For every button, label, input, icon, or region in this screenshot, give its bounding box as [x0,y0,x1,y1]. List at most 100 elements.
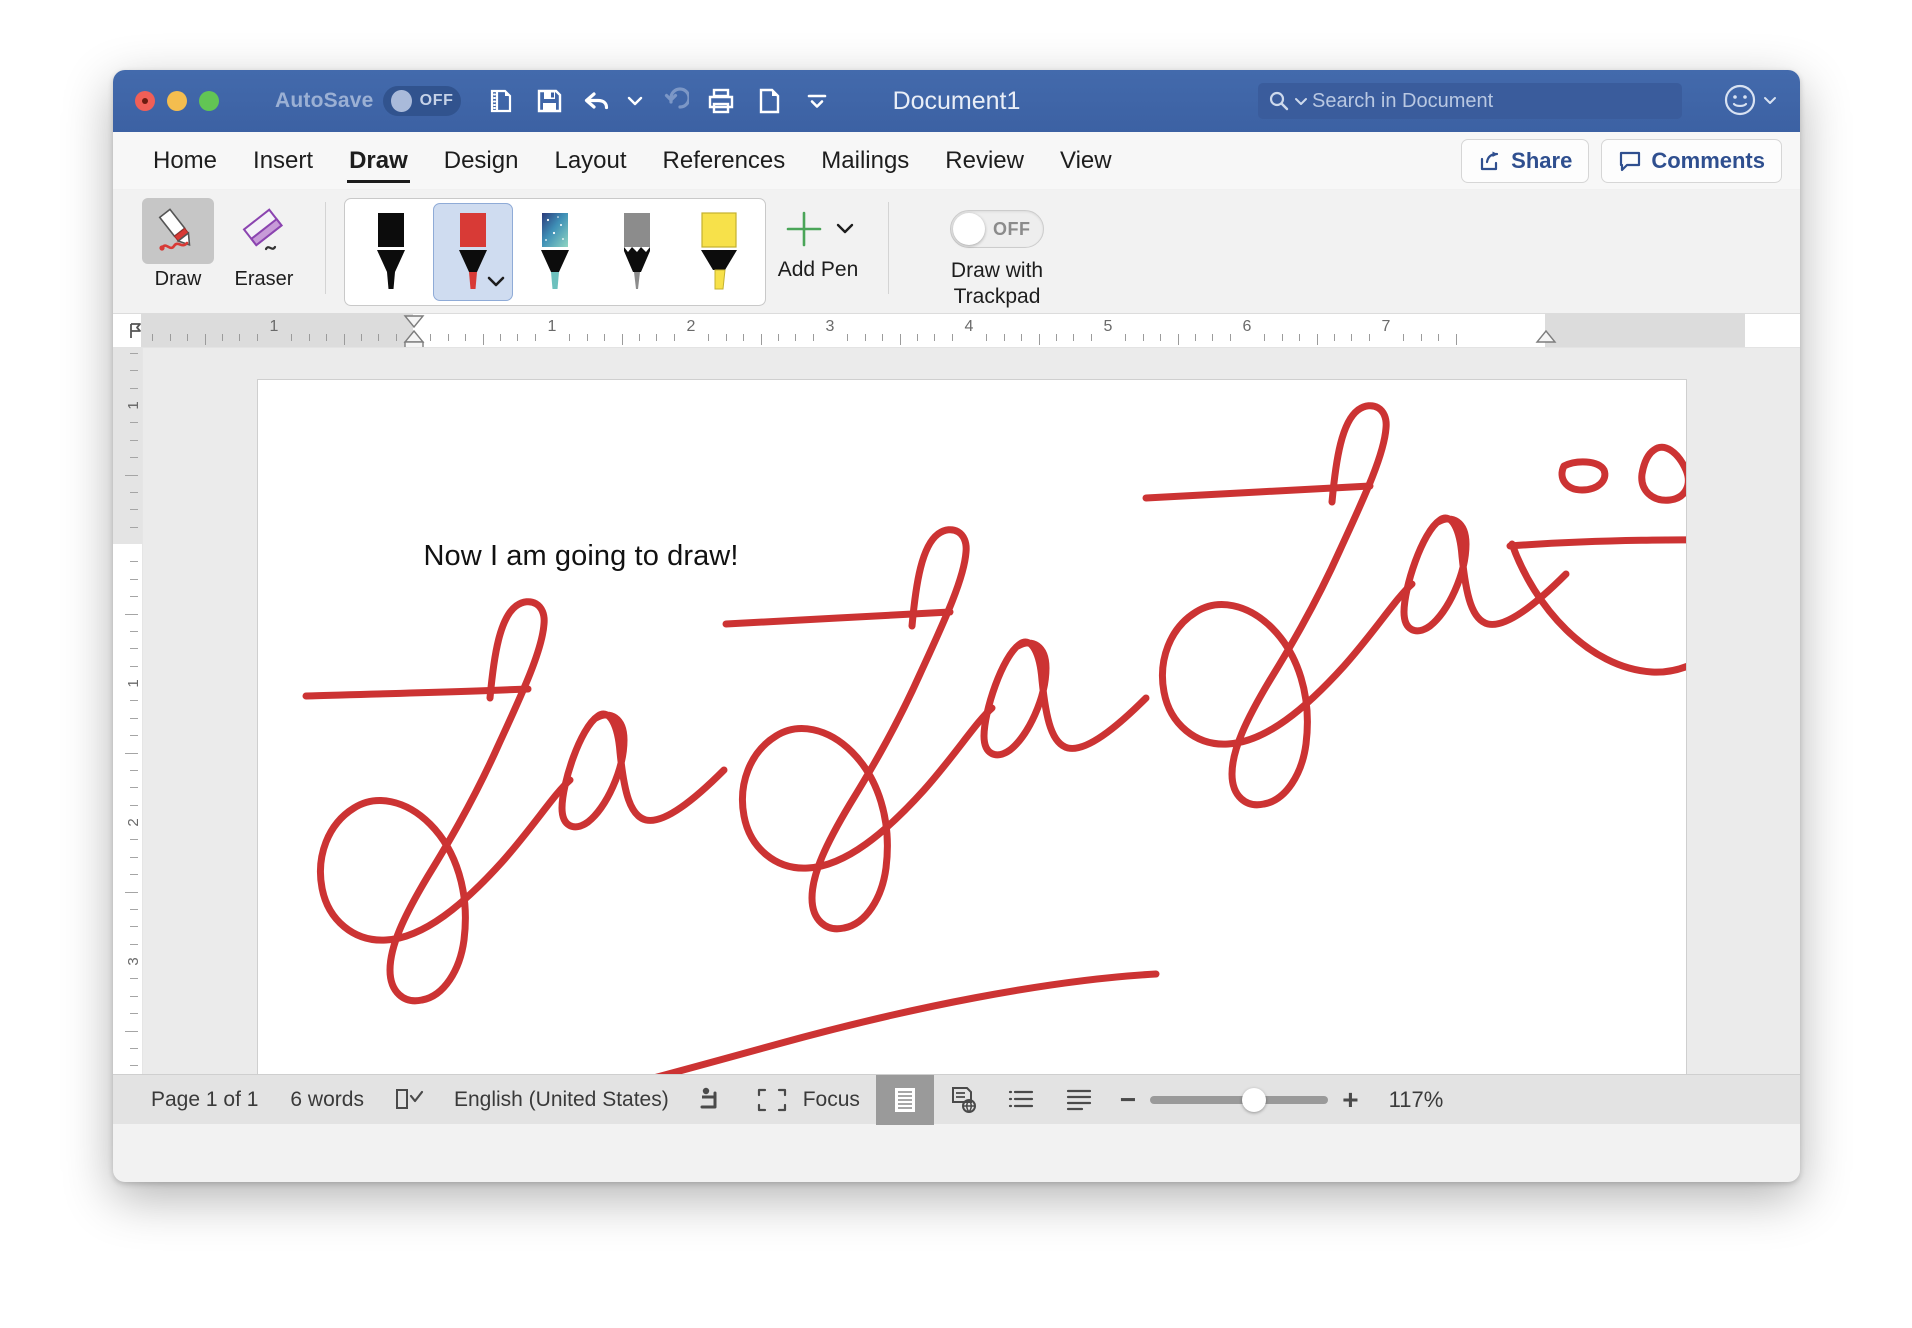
right-indent-marker[interactable] [1535,329,1557,347]
word-count-status[interactable]: 6 words [274,1075,380,1125]
vruler-tick [130,874,138,876]
tab-mailings[interactable]: Mailings [803,137,927,185]
autosave-state-label: OFF [419,92,454,109]
new-document-icon[interactable] [747,79,791,123]
vruler-top-margin [113,348,142,544]
eraser-tool-button[interactable]: Eraser [221,198,307,291]
minimize-window-button[interactable] [167,91,187,111]
vruler-tick [130,700,138,702]
zoom-out-button[interactable]: − [1120,1085,1136,1114]
zoom-percentage-label[interactable]: 117% [1389,1087,1444,1113]
zoom-in-button[interactable]: + [1342,1085,1358,1114]
tab-layout-label: Layout [554,146,627,174]
ruler-number: 6 [1242,318,1252,335]
ruler-tick [1142,334,1144,341]
ink-stroke-a-1 [558,710,727,831]
undo-dropdown-chevron-icon[interactable] [623,79,647,123]
redo-icon[interactable] [651,79,695,123]
pen-item-black-pen[interactable] [351,203,431,301]
outline-view-button[interactable] [992,1075,1050,1125]
vruler-tick [130,370,138,372]
pen-draw-icon [158,208,191,251]
ink-strokes[interactable] [302,402,1569,1074]
tab-view-label: View [1060,146,1112,174]
ruler-tick [1264,334,1266,341]
horizontal-ruler[interactable]: 1 1 2 3 4 5 6 7 [113,314,1800,348]
red-pen-chevron-down-icon[interactable] [486,275,506,294]
pen-item-gray-pencil[interactable] [597,203,677,301]
print-layout-view-button[interactable] [875,1074,934,1125]
document-page[interactable]: Now I am going to draw! [257,380,1686,1074]
eraser-tool-iconbox [228,198,300,264]
vruler-tick [130,561,138,563]
focus-frame-icon[interactable] [743,1075,801,1125]
ruler-tick [725,334,727,341]
comment-bubble-icon [1620,151,1641,171]
save-icon[interactable] [527,79,571,123]
spellcheck-icon[interactable] [380,1075,438,1125]
ruler-tick [308,334,310,341]
ruler-tick [569,334,571,341]
ribbon-actions: Share Comments [1461,138,1782,183]
pen-item-red-pen[interactable] [433,203,513,301]
maximize-window-button[interactable] [199,91,219,111]
ruler-tick [465,334,467,341]
page-count-status[interactable]: Page 1 of 1 [135,1075,274,1125]
zoom-slider[interactable] [1150,1087,1329,1112]
share-button[interactable]: Share [1461,138,1590,183]
account-menu[interactable] [1722,82,1778,118]
ruler-tick [1177,334,1179,345]
autosave-toggle[interactable]: OFF [383,86,462,116]
tab-draw[interactable]: Draw [331,137,426,185]
page-scroll-area[interactable]: Now I am going to draw! [143,348,1800,1074]
ink-stroke-a-2 [980,638,1149,759]
ruler-tick [447,334,449,341]
focus-label[interactable]: Focus [801,1075,876,1125]
ruler-tick [1038,334,1040,345]
search-input[interactable]: Search in Document [1258,83,1682,119]
ruler-tick [916,334,918,341]
ruler-tick [1281,334,1283,341]
ruler-tick [1055,334,1057,341]
tab-home[interactable]: Home [135,137,235,185]
print-icon[interactable] [699,79,743,123]
add-pen-button[interactable]: Add Pen [766,198,870,282]
trackpad-label-line1: Draw with [950,259,1044,282]
autosave-control[interactable]: AutoSave OFF [275,86,462,116]
ruler-tick [1351,334,1353,341]
close-window-button[interactable] [135,91,155,111]
tab-insert[interactable]: Insert [235,137,331,185]
left-indent-marker[interactable] [403,338,425,347]
pen-item-yellow-highlighter[interactable] [679,203,759,301]
trackpad-label-line2: Trackpad [953,284,1041,308]
tab-mailings-label: Mailings [821,146,910,174]
sidebar-toggle-icon[interactable] [479,79,523,123]
pen-item-galaxy-pen[interactable] [515,203,595,301]
language-status[interactable]: English (United States) [438,1075,685,1125]
tab-references[interactable]: References [645,137,804,185]
comments-button[interactable]: Comments [1601,138,1782,183]
tab-design[interactable]: Design [426,137,537,185]
ink-smiley-face[interactable] [1506,443,1686,676]
eraser-tool-label: Eraser [234,268,294,290]
draw-with-trackpad-toggle[interactable]: OFF [950,210,1044,248]
ruler-tick [1455,334,1457,345]
zoom-slider-handle[interactable] [1242,1087,1267,1112]
web-layout-view-button[interactable] [934,1075,992,1125]
ink-drawing-layer[interactable] [258,380,1686,1074]
draw-tool-button[interactable]: Draw [135,198,221,291]
draw-tool-iconbox [142,198,214,264]
tab-review[interactable]: Review [927,137,1042,185]
accessibility-check-icon[interactable] [685,1075,743,1125]
ruler-tick [656,334,658,341]
vertical-ruler[interactable]: 11231 [113,348,143,1074]
ruler-tick [169,334,171,341]
tab-layout[interactable]: Layout [536,137,644,185]
draw-ribbon: Draw Eraser Add Pen OFF Draw with Trackp… [113,190,1800,314]
more-commands-icon[interactable] [795,79,839,123]
tab-references-label: References [662,146,786,174]
draft-view-button[interactable] [1050,1075,1108,1125]
ruler-tick [708,334,710,341]
undo-icon[interactable] [575,79,619,123]
tab-view[interactable]: View [1042,137,1130,185]
